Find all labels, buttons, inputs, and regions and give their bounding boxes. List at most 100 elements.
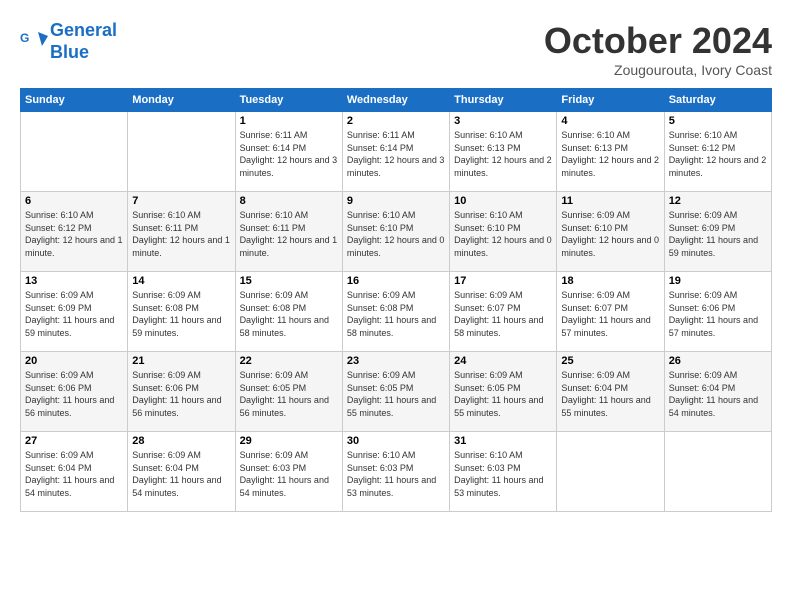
day-info: Sunrise: 6:09 AMSunset: 6:06 PMDaylight:… (132, 369, 230, 419)
day-number: 25 (561, 355, 659, 367)
calendar-week-row: 27 Sunrise: 6:09 AMSunset: 6:04 PMDayligh… (21, 432, 772, 512)
calendar-cell: 30 Sunrise: 6:10 AMSunset: 6:03 PMDayligh… (342, 432, 449, 512)
day-info: Sunrise: 6:09 AMSunset: 6:08 PMDaylight:… (240, 289, 338, 339)
weekday-header: Saturday (664, 89, 771, 112)
day-info: Sunrise: 6:09 AMSunset: 6:06 PMDaylight:… (669, 289, 767, 339)
calendar-cell: 9Sunrise: 6:10 AMSunset: 6:10 PMDaylight… (342, 192, 449, 272)
day-info: Sunrise: 6:09 AMSunset: 6:05 PMDaylight:… (454, 369, 552, 419)
calendar-cell: 17 Sunrise: 6:09 AMSunset: 6:07 PMDayligh… (450, 272, 557, 352)
calendar-cell: 7Sunrise: 6:10 AMSunset: 6:11 PMDaylight… (128, 192, 235, 272)
weekday-header: Thursday (450, 89, 557, 112)
day-number: 24 (454, 355, 552, 367)
day-number: 16 (347, 275, 445, 287)
day-number: 29 (240, 435, 338, 447)
logo-text: General Blue (50, 20, 117, 63)
calendar-cell: 2 Sunrise: 6:11 AMSunset: 6:14 PMDaylight… (342, 112, 449, 192)
day-info: Sunrise: 6:09 AMSunset: 6:08 PMDaylight:… (347, 289, 445, 339)
day-number: 21 (132, 355, 230, 367)
logo-line2: Blue (50, 42, 89, 62)
day-number: 20 (25, 355, 123, 367)
weekday-header: Monday (128, 89, 235, 112)
calendar-cell: 26Sunrise: 6:09 AMSunset: 6:04 PMDayligh… (664, 352, 771, 432)
day-number: 17 (454, 275, 552, 287)
calendar-cell: 3 Sunrise: 6:10 AMSunset: 6:13 PMDaylight… (450, 112, 557, 192)
day-number: 18 (561, 275, 659, 287)
calendar-cell: 22Sunrise: 6:09 AMSunset: 6:05 PMDayligh… (235, 352, 342, 432)
calendar-cell: 28 Sunrise: 6:09 AMSunset: 6:04 PMDayligh… (128, 432, 235, 512)
weekday-header: Wednesday (342, 89, 449, 112)
weekday-header: Sunday (21, 89, 128, 112)
title-block: October 2024 Zougourouta, Ivory Coast (544, 20, 772, 78)
calendar-cell: 11Sunrise: 6:09 AMSunset: 6:10 PMDayligh… (557, 192, 664, 272)
day-number: 23 (347, 355, 445, 367)
calendar-cell: 27Sunrise: 6:09 AMSunset: 6:04 PMDayligh… (21, 432, 128, 512)
day-info: Sunrise: 6:10 AMSunset: 6:11 PMDaylight:… (132, 209, 230, 259)
calendar-week-row: 13 Sunrise: 6:09 AMSunset: 6:09 PMDayligh… (21, 272, 772, 352)
calendar-cell (128, 112, 235, 192)
weekday-header: Tuesday (235, 89, 342, 112)
calendar-cell: 12 Sunrise: 6:09 AMSunset: 6:09 PMDayligh… (664, 192, 771, 272)
day-number: 6 (25, 195, 123, 207)
calendar-cell (664, 432, 771, 512)
day-info: Sunrise: 6:11 AMSunset: 6:14 PMDaylight:… (347, 129, 445, 179)
day-info: Sunrise: 6:11 AMSunset: 6:14 PMDaylight:… (240, 129, 338, 179)
day-info: Sunrise: 6:09 AMSunset: 6:07 PMDaylight:… (561, 289, 659, 339)
day-number: 19 (669, 275, 767, 287)
calendar-week-row: 1Sunrise: 6:11 AMSunset: 6:14 PMDaylight… (21, 112, 772, 192)
calendar-week-row: 20 Sunrise: 6:09 AMSunset: 6:06 PMDayligh… (21, 352, 772, 432)
day-info: Sunrise: 6:10 AMSunset: 6:12 PMDaylight:… (669, 129, 767, 179)
day-number: 10 (454, 195, 552, 207)
day-info: Sunrise: 6:10 AMSunset: 6:03 PMDaylight:… (347, 449, 445, 499)
day-number: 31 (454, 435, 552, 447)
day-number: 30 (347, 435, 445, 447)
page-header: G General Blue October 2024 Zougourouta,… (20, 20, 772, 78)
day-number: 27 (25, 435, 123, 447)
day-number: 28 (132, 435, 230, 447)
calendar-table: SundayMondayTuesdayWednesdayThursdayFrid… (20, 88, 772, 512)
calendar-cell: 25 Sunrise: 6:09 AMSunset: 6:04 PMDayligh… (557, 352, 664, 432)
day-info: Sunrise: 6:10 AMSunset: 6:13 PMDaylight:… (454, 129, 552, 179)
day-number: 15 (240, 275, 338, 287)
day-info: Sunrise: 6:09 AMSunset: 6:08 PMDaylight:… (132, 289, 230, 339)
day-info: Sunrise: 6:09 AMSunset: 6:05 PMDaylight:… (347, 369, 445, 419)
weekday-header-row: SundayMondayTuesdayWednesdayThursdayFrid… (21, 89, 772, 112)
logo-icon: G (20, 28, 48, 56)
day-info: Sunrise: 6:09 AMSunset: 6:04 PMDaylight:… (132, 449, 230, 499)
day-info: Sunrise: 6:09 AMSunset: 6:03 PMDaylight:… (240, 449, 338, 499)
location-title: Zougourouta, Ivory Coast (544, 62, 772, 78)
calendar-cell: 19 Sunrise: 6:09 AMSunset: 6:06 PMDayligh… (664, 272, 771, 352)
day-info: Sunrise: 6:09 AMSunset: 6:06 PMDaylight:… (25, 369, 123, 419)
month-title: October 2024 (544, 20, 772, 62)
calendar-cell: 15 Sunrise: 6:09 AMSunset: 6:08 PMDayligh… (235, 272, 342, 352)
calendar-cell: 24 Sunrise: 6:09 AMSunset: 6:05 PMDayligh… (450, 352, 557, 432)
calendar-cell: 13 Sunrise: 6:09 AMSunset: 6:09 PMDayligh… (21, 272, 128, 352)
calendar-cell: 10Sunrise: 6:10 AMSunset: 6:10 PMDayligh… (450, 192, 557, 272)
day-number: 3 (454, 115, 552, 127)
calendar-cell (557, 432, 664, 512)
calendar-cell: 29 Sunrise: 6:09 AMSunset: 6:03 PMDayligh… (235, 432, 342, 512)
day-info: Sunrise: 6:09 AMSunset: 6:04 PMDaylight:… (561, 369, 659, 419)
day-info: Sunrise: 6:10 AMSunset: 6:11 PMDaylight:… (240, 209, 338, 259)
day-info: Sunrise: 6:09 AMSunset: 6:09 PMDaylight:… (25, 289, 123, 339)
calendar-cell: 21 Sunrise: 6:09 AMSunset: 6:06 PMDayligh… (128, 352, 235, 432)
day-number: 5 (669, 115, 767, 127)
calendar-cell: 8Sunrise: 6:10 AMSunset: 6:11 PMDaylight… (235, 192, 342, 272)
day-info: Sunrise: 6:10 AMSunset: 6:12 PMDaylight:… (25, 209, 123, 259)
day-number: 13 (25, 275, 123, 287)
calendar-cell: 18 Sunrise: 6:09 AMSunset: 6:07 PMDayligh… (557, 272, 664, 352)
day-info: Sunrise: 6:09 AMSunset: 6:04 PMDaylight:… (669, 369, 767, 419)
day-number: 2 (347, 115, 445, 127)
day-number: 14 (132, 275, 230, 287)
day-info: Sunrise: 6:09 AMSunset: 6:10 PMDaylight:… (561, 209, 659, 259)
day-number: 12 (669, 195, 767, 207)
calendar-cell: 20 Sunrise: 6:09 AMSunset: 6:06 PMDayligh… (21, 352, 128, 432)
calendar-cell: 6 Sunrise: 6:10 AMSunset: 6:12 PMDaylight… (21, 192, 128, 272)
day-number: 9 (347, 195, 445, 207)
calendar-cell: 14 Sunrise: 6:09 AMSunset: 6:08 PMDayligh… (128, 272, 235, 352)
day-info: Sunrise: 6:09 AMSunset: 6:09 PMDaylight:… (669, 209, 767, 259)
calendar-cell (21, 112, 128, 192)
day-info: Sunrise: 6:10 AMSunset: 6:13 PMDaylight:… (561, 129, 659, 179)
day-number: 22 (240, 355, 338, 367)
day-info: Sunrise: 6:09 AMSunset: 6:07 PMDaylight:… (454, 289, 552, 339)
calendar-week-row: 6 Sunrise: 6:10 AMSunset: 6:12 PMDaylight… (21, 192, 772, 272)
